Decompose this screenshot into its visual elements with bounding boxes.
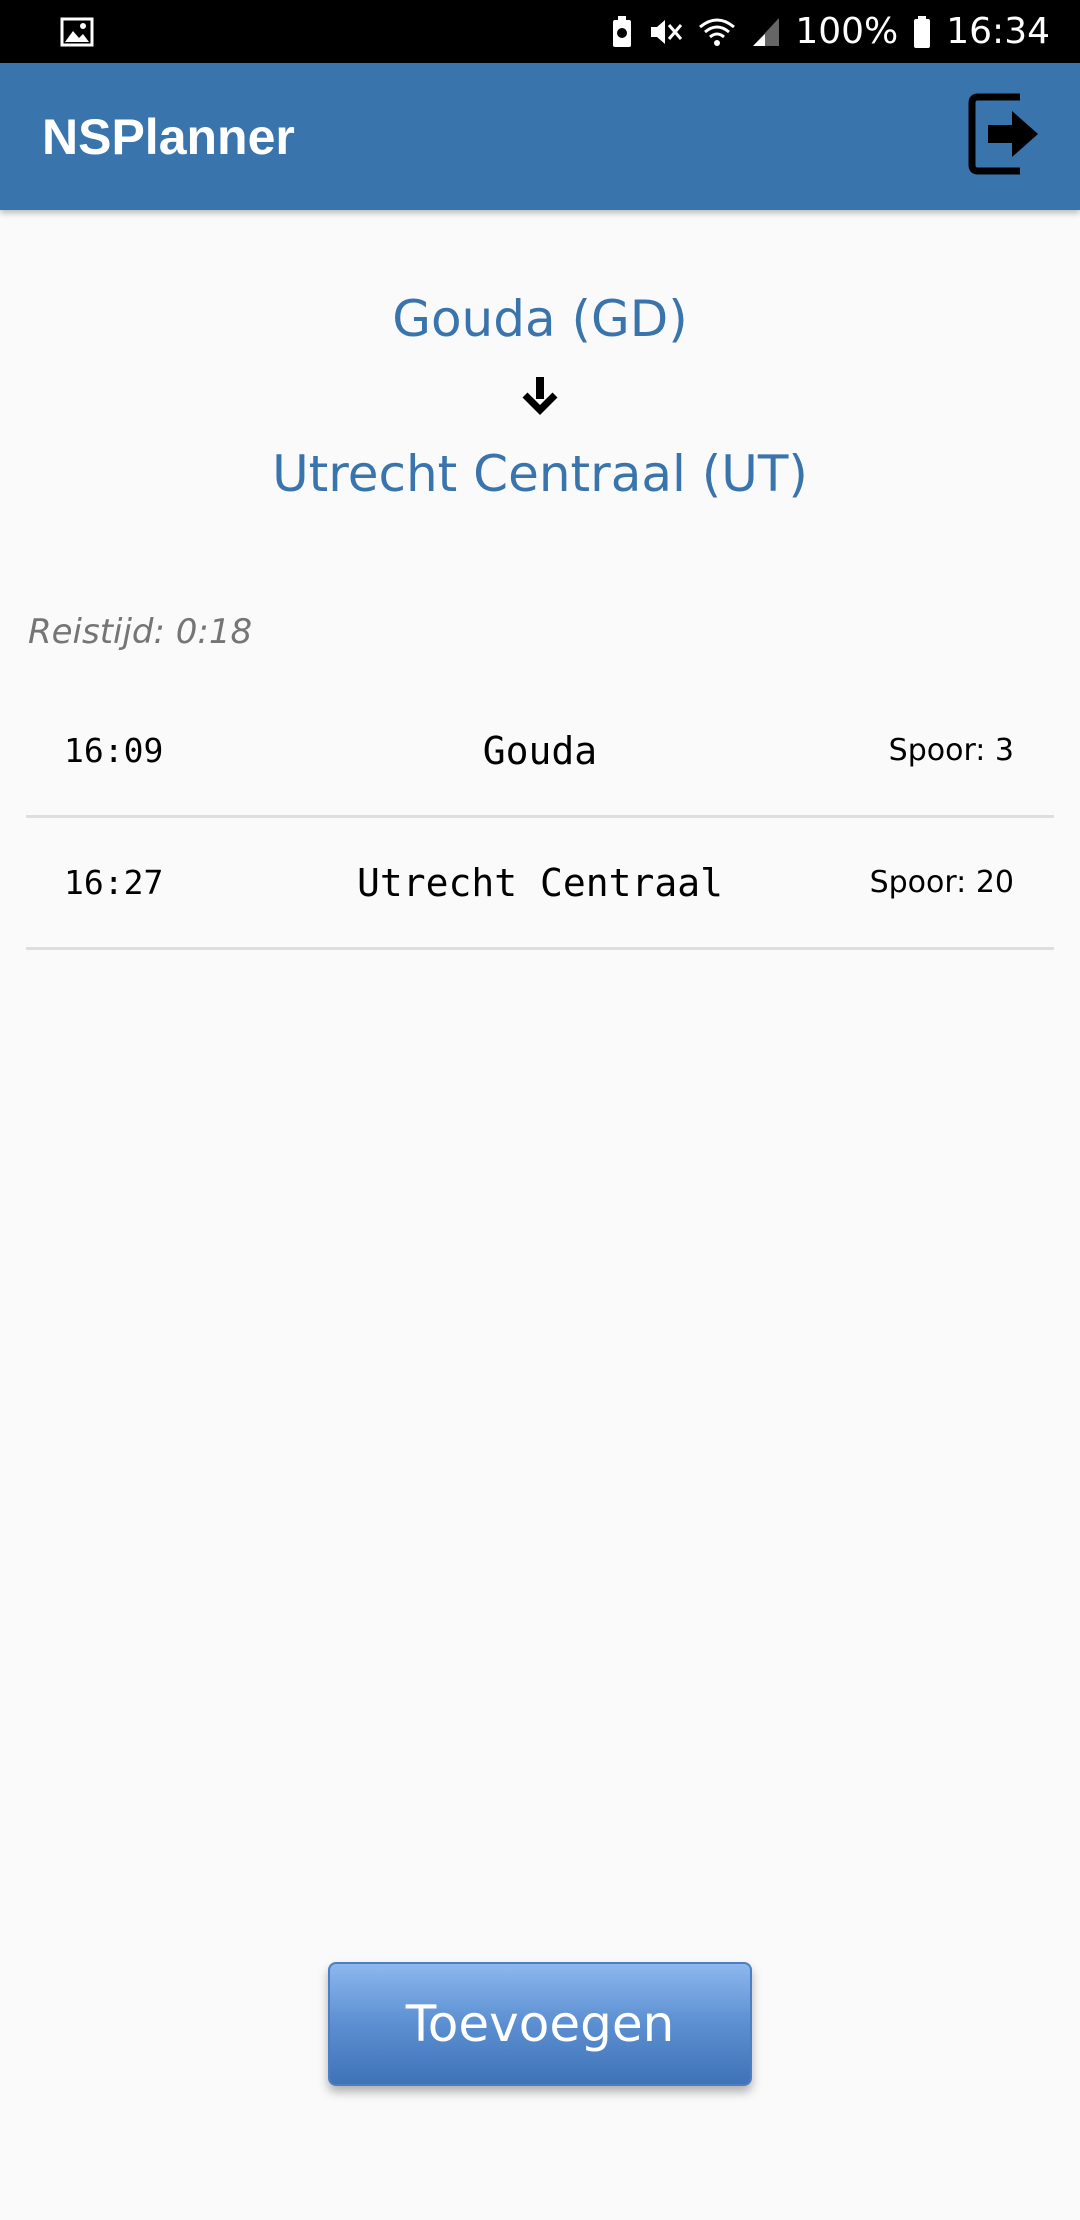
arrival-station: Utrecht Centraal (UT) — [272, 445, 808, 503]
battery-percent: 100% — [795, 11, 899, 52]
wifi-icon — [697, 15, 737, 49]
image-icon — [60, 17, 94, 47]
battery-saver-icon — [611, 15, 633, 49]
list-item[interactable]: 16:09 Gouda Spoor: 3 — [26, 686, 1054, 818]
status-bar: 100% 16:34 — [0, 0, 1080, 63]
status-left — [60, 17, 94, 47]
list-item[interactable]: 16:27 Utrecht Centraal Spoor: 20 — [26, 818, 1054, 950]
logout-icon — [968, 91, 1040, 182]
status-right: 100% 16:34 — [611, 11, 1050, 52]
arrow-down-icon — [0, 375, 1080, 415]
departure-station: Gouda (GD) — [392, 290, 688, 348]
vibrate-off-icon — [647, 15, 683, 49]
status-time: 16:34 — [946, 11, 1050, 52]
stop-platform: Spoor: 20 — [869, 865, 1014, 900]
logout-button[interactable] — [964, 92, 1044, 182]
add-button[interactable]: Toevoegen — [328, 1962, 752, 2086]
stop-platform: Spoor: 3 — [888, 733, 1014, 768]
battery-icon — [912, 15, 932, 49]
app-title: NSPlanner — [42, 108, 295, 165]
travel-time: Reistijd: 0:18 — [28, 612, 253, 652]
app-bar: NSPlanner — [0, 63, 1080, 210]
stops-list: 16:09 Gouda Spoor: 3 16:27 Utrecht Centr… — [26, 686, 1054, 950]
signal-icon — [751, 16, 781, 48]
